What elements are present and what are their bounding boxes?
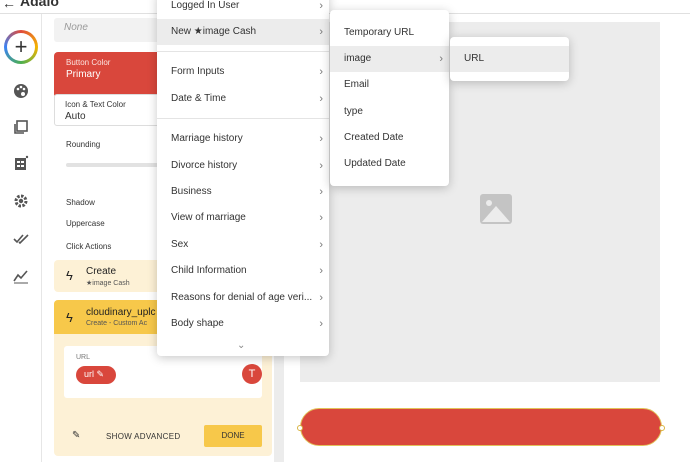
chevron-right-icon: › [319, 0, 323, 12]
menu-item-label: Marriage history [171, 133, 243, 144]
menu-item-label: Reasons for denial of age veri... [171, 292, 313, 303]
chevron-right-icon: › [319, 265, 323, 277]
menu-item-updated-date[interactable]: Updated Date [330, 151, 449, 177]
menu-item-temporary-url[interactable]: Temporary URL [330, 20, 449, 46]
chevron-right-icon: › [319, 93, 323, 105]
menu-divider [157, 118, 329, 119]
image-icon [480, 194, 512, 224]
database-icon[interactable] [12, 154, 30, 172]
menu-item-url[interactable]: URL [450, 46, 569, 72]
chevron-right-icon: › [439, 53, 443, 65]
analytics-icon[interactable] [12, 267, 30, 285]
canvas-button-selected[interactable] [297, 408, 665, 446]
menu-item-label: Business [171, 186, 212, 197]
shadow-label: Shadow [66, 198, 95, 207]
menu-item-label: Created Date [344, 132, 404, 143]
menu-item-view-of-marriage[interactable]: View of marriage › [157, 205, 329, 231]
chevron-down-icon[interactable]: ⌄ [237, 340, 245, 351]
app-title: Adalo [20, 0, 59, 9]
menu-item-label: Email [344, 79, 370, 90]
action-create-title: Create [86, 266, 117, 277]
menu-item-logged-in-user[interactable]: Logged In User › [157, 0, 329, 19]
menu-item-business[interactable]: Business › [157, 179, 329, 205]
menu-item-label: Date & Time [171, 93, 227, 104]
chevron-right-icon: › [319, 133, 323, 145]
menu-item-body-shape[interactable]: Body shape › [157, 311, 329, 337]
image-cash-submenu: Temporary URL image › Email type Created … [330, 10, 449, 186]
menu-item-label: URL [464, 53, 485, 64]
menu-item-child-information[interactable]: Child Information › [157, 258, 329, 284]
edit-pencil-icon[interactable]: ✎ [72, 430, 80, 441]
menu-item-new-image-cash[interactable]: New ★image Cash › [157, 19, 329, 45]
lightning-icon: ϟ [66, 310, 73, 325]
menu-item-reasons-denial[interactable]: Reasons for denial of age veri... › [157, 285, 329, 311]
pencil-icon: ✎ [96, 369, 105, 379]
menu-item-label: Logged In User [171, 0, 240, 11]
magic-text-button[interactable]: T [242, 364, 262, 384]
menu-item-sex[interactable]: Sex › [157, 232, 329, 258]
chevron-right-icon: › [319, 26, 323, 38]
image-submenu: URL [450, 37, 569, 81]
menu-item-marriage-history[interactable]: Marriage history › [157, 126, 329, 152]
chevron-right-icon: › [319, 66, 323, 78]
menu-item-created-date[interactable]: Created Date [330, 125, 449, 151]
menu-item-divorce-history[interactable]: Divorce history › [157, 153, 329, 179]
menu-divider [157, 51, 329, 52]
chevron-right-icon: › [319, 212, 323, 224]
done-button[interactable]: DONE [204, 425, 262, 447]
chevron-right-icon: › [319, 186, 323, 198]
menu-item-label: Form Inputs [171, 66, 225, 77]
add-component-button[interactable]: + [4, 30, 38, 64]
back-arrow-icon[interactable]: ← [2, 0, 16, 11]
menu-item-email[interactable]: Email [330, 72, 449, 98]
show-advanced-button[interactable]: SHOW ADVANCED [106, 432, 180, 441]
click-actions-label: Click Actions [66, 242, 112, 251]
menu-item-label: New ★image Cash [171, 26, 257, 37]
action-custom-title: cloudinary_uplc [86, 307, 156, 318]
action-create-subtitle: ★image Cash [86, 280, 130, 287]
left-toolbar: + [0, 14, 42, 462]
menu-item-label: Divorce history [171, 160, 238, 171]
menu-item-label: Child Information [171, 265, 247, 276]
url-label: URL [76, 354, 91, 361]
menu-item-label: Temporary URL [344, 27, 415, 38]
menu-item-label: Updated Date [344, 158, 406, 169]
menu-item-label: type [344, 106, 363, 117]
chevron-right-icon: › [319, 160, 323, 172]
menu-item-date-time[interactable]: Date & Time › [157, 86, 329, 112]
menu-item-label: Sex [171, 239, 189, 250]
resize-handle-right[interactable] [659, 425, 665, 431]
plus-icon: + [14, 34, 28, 59]
url-magic-text-chip[interactable]: url ✎ [76, 366, 116, 384]
magic-text-menu: Logged In User › New ★image Cash › Form In… [157, 0, 329, 356]
menu-item-label: Body shape [171, 318, 224, 329]
uppercase-label: Uppercase [66, 219, 105, 228]
menu-item-form-inputs[interactable]: Form Inputs › [157, 59, 329, 85]
url-chip-label: url [84, 369, 95, 379]
screens-icon[interactable] [12, 118, 30, 136]
menu-item-label: image [344, 53, 372, 64]
menu-item-type[interactable]: type [330, 99, 449, 125]
action-custom-subtitle: Create - Custom Ac [86, 320, 148, 327]
double-check-icon[interactable] [12, 230, 30, 248]
lightning-icon: ϟ [66, 268, 73, 283]
menu-item-image[interactable]: image › [330, 46, 449, 72]
gear-icon[interactable] [12, 192, 30, 210]
chevron-right-icon: › [319, 292, 323, 304]
palette-icon[interactable] [12, 82, 30, 100]
menu-item-label: View of marriage [171, 212, 246, 223]
resize-handle-left[interactable] [297, 425, 303, 431]
rounding-label: Rounding [66, 140, 101, 149]
chevron-right-icon: › [319, 239, 323, 251]
chevron-right-icon: › [319, 318, 323, 330]
